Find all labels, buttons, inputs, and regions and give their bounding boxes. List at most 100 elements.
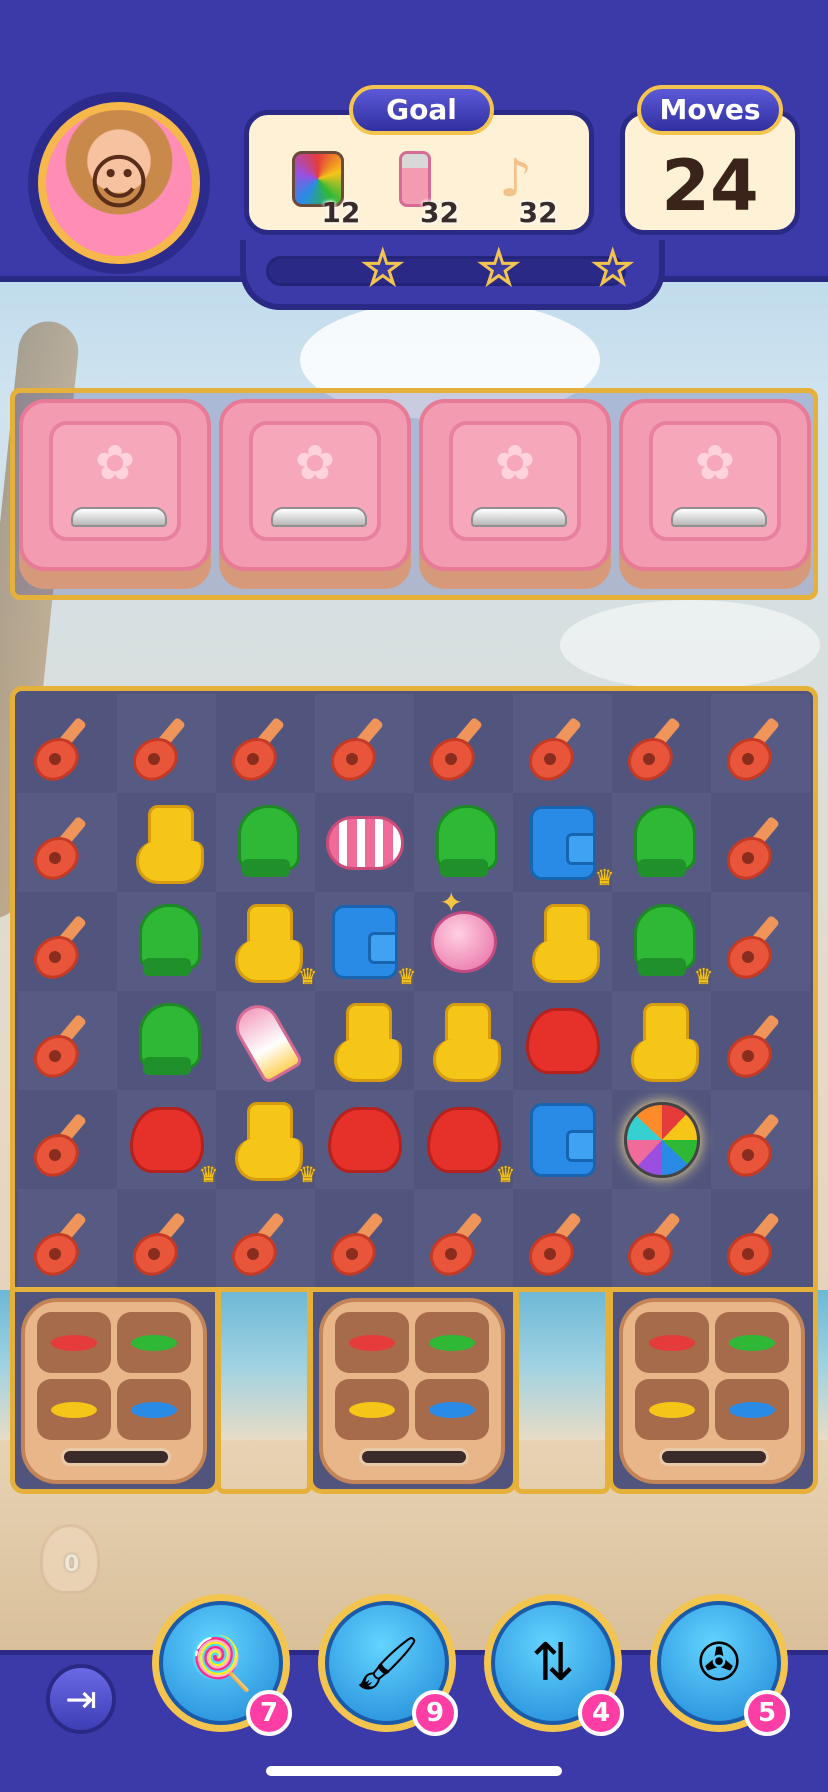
- board-cell[interactable]: [711, 892, 810, 991]
- booster-lollipop[interactable]: 🍭 7: [152, 1594, 292, 1736]
- board-cell[interactable]: [513, 1189, 612, 1288]
- board-cell[interactable]: [117, 991, 216, 1090]
- board-cell[interactable]: ♛: [216, 1090, 318, 1189]
- bomb-piece[interactable]: [424, 886, 504, 982]
- guitar-piece[interactable]: [25, 1100, 108, 1185]
- board-cell[interactable]: [711, 991, 810, 1090]
- board-cell[interactable]: [216, 793, 315, 892]
- board-cell[interactable]: [414, 694, 513, 793]
- mitten-piece[interactable]: [424, 803, 504, 883]
- mitten-piece[interactable]: ♛: [622, 902, 714, 990]
- guitar-piece[interactable]: [619, 704, 702, 789]
- board-cell[interactable]: ♛: [414, 1090, 516, 1189]
- board-cell[interactable]: [18, 793, 117, 892]
- booster-makeup-brush[interactable]: 🖌 9: [318, 1594, 458, 1736]
- board-cell[interactable]: [117, 1189, 216, 1288]
- board-cell[interactable]: [513, 991, 612, 1090]
- disco-piece[interactable]: [622, 1100, 702, 1180]
- boot-piece[interactable]: [523, 902, 603, 983]
- guitar-piece[interactable]: [718, 803, 801, 888]
- board-cell[interactable]: [513, 892, 612, 991]
- board-cell[interactable]: [18, 1189, 117, 1288]
- board-cell[interactable]: [711, 1090, 810, 1189]
- paint-palette[interactable]: [619, 1298, 805, 1484]
- paint-palette[interactable]: [21, 1298, 207, 1484]
- board-cell[interactable]: ♛: [513, 793, 615, 892]
- guitar-piece[interactable]: [25, 803, 108, 888]
- guitar-piece[interactable]: [25, 1001, 108, 1086]
- board-cell[interactable]: [414, 793, 513, 892]
- board-cell[interactable]: [612, 991, 711, 1090]
- board-cell[interactable]: ♛: [315, 892, 417, 991]
- guitar-piece[interactable]: [25, 1199, 108, 1284]
- bag-piece[interactable]: [523, 1001, 603, 1081]
- guitar-piece[interactable]: [322, 1199, 405, 1284]
- board-cell[interactable]: [315, 1090, 414, 1189]
- mitten-piece[interactable]: [226, 803, 306, 883]
- booster-hair-brush[interactable]: ⇅ 4: [484, 1594, 624, 1736]
- guitar-piece[interactable]: [520, 704, 603, 789]
- exit-button[interactable]: ⇥: [46, 1664, 116, 1734]
- board-cell[interactable]: [315, 1189, 414, 1288]
- boot-piece[interactable]: ♛: [226, 1100, 318, 1188]
- board-cell[interactable]: [513, 694, 612, 793]
- guitar-piece[interactable]: [718, 902, 801, 987]
- boot-piece[interactable]: [424, 1001, 504, 1082]
- guitar-piece[interactable]: [520, 1199, 603, 1284]
- guitar-piece[interactable]: [124, 704, 207, 789]
- mitten-piece[interactable]: [622, 803, 702, 883]
- guitar-piece[interactable]: [718, 1001, 801, 1086]
- guitar-piece[interactable]: [421, 1199, 504, 1284]
- mitten-piece[interactable]: [127, 902, 207, 982]
- guitar-piece[interactable]: [718, 704, 801, 789]
- bag-piece[interactable]: [325, 1100, 405, 1180]
- guitar-piece[interactable]: [223, 704, 306, 789]
- board-cell[interactable]: [612, 694, 711, 793]
- boot-piece[interactable]: ♛: [226, 902, 318, 990]
- board-cell[interactable]: [216, 694, 315, 793]
- candy-piece[interactable]: [325, 803, 405, 883]
- board-cell[interactable]: [711, 793, 810, 892]
- wallet-piece[interactable]: ♛: [325, 902, 417, 990]
- board-cell[interactable]: [414, 886, 513, 991]
- board-cell[interactable]: [18, 892, 117, 991]
- booster-fan-shuffle[interactable]: ✇ 5: [650, 1594, 790, 1736]
- board-cell[interactable]: [315, 793, 414, 892]
- wallet-piece[interactable]: [523, 1100, 603, 1180]
- paint-palette[interactable]: [319, 1298, 505, 1484]
- bag-piece[interactable]: ♛: [127, 1100, 219, 1188]
- board-cell[interactable]: ♛: [117, 1090, 219, 1189]
- board-cell[interactable]: [117, 694, 216, 793]
- guitar-piece[interactable]: [421, 704, 504, 789]
- board-cell[interactable]: [612, 1090, 711, 1189]
- board-cell[interactable]: [18, 991, 117, 1090]
- board-cell[interactable]: [216, 991, 315, 1090]
- guitar-piece[interactable]: [25, 902, 108, 987]
- board-cell[interactable]: [18, 694, 117, 793]
- guitar-piece[interactable]: [718, 1199, 801, 1284]
- board-cell[interactable]: [18, 1090, 117, 1189]
- board-cell[interactable]: [414, 1189, 513, 1288]
- guitar-piece[interactable]: [718, 1100, 801, 1185]
- guitar-piece[interactable]: [619, 1199, 702, 1284]
- bag-piece[interactable]: ♛: [424, 1100, 516, 1188]
- board-cell[interactable]: [117, 793, 216, 892]
- rocket-piece[interactable]: [226, 996, 306, 1085]
- board-cell[interactable]: [216, 1189, 315, 1288]
- boot-piece[interactable]: [127, 803, 207, 884]
- board-cell[interactable]: [315, 694, 414, 793]
- board-cell[interactable]: [612, 793, 711, 892]
- boot-piece[interactable]: [622, 1001, 702, 1082]
- board-cell[interactable]: ♛: [612, 892, 714, 991]
- board-cell[interactable]: ♛: [216, 892, 318, 991]
- wallet-piece[interactable]: ♛: [523, 803, 615, 891]
- board-cell[interactable]: [612, 1189, 711, 1288]
- board-cell[interactable]: [711, 1189, 810, 1288]
- guitar-piece[interactable]: [322, 704, 405, 789]
- board-cell[interactable]: [513, 1090, 612, 1189]
- board-cell[interactable]: [117, 892, 216, 991]
- guitar-piece[interactable]: [25, 704, 108, 789]
- boot-piece[interactable]: [325, 1001, 405, 1082]
- guitar-piece[interactable]: [124, 1199, 207, 1284]
- guitar-piece[interactable]: [223, 1199, 306, 1284]
